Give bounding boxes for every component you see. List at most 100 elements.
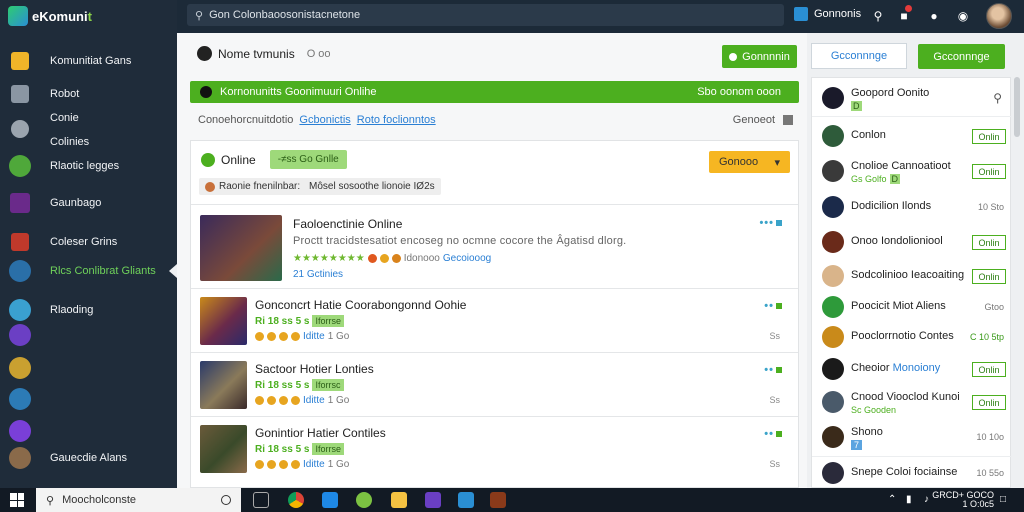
sidebar-gold-game[interactable] [0,353,177,383]
friend-item[interactable]: Cnolioe Cannoatioot Gs Golfo D Onlin [812,156,1012,186]
taskbar-search[interactable]: ⚲ [36,488,241,512]
subbar-link-2[interactable]: Roto foclionntos [357,114,436,126]
task-view-icon[interactable] [253,492,269,508]
friend-item[interactable]: Conlon Onlin [812,121,1012,151]
friend-item[interactable]: Sodcolinioo Ieacoaiting Onlin [812,261,1012,291]
rating-icon: ★★★★★★★★ [293,253,365,264]
sidebar-blue-game[interactable] [0,384,177,414]
avatar [822,265,844,287]
sidebar-purple-game[interactable] [0,320,177,350]
clock[interactable]: GRCD+ GOCO 1 O:0c5 [932,491,994,509]
sidebar-item-gaunbago[interactable]: Gaunbago [0,188,177,218]
user-menu[interactable]: Gonnonis [794,7,861,21]
sidebar-violet-game[interactable] [0,416,177,446]
community-banner[interactable]: Kornonunitts Goonimuuri Onlihe Sbo oonom… [190,81,799,103]
invite-button[interactable]: Onlin [972,164,1006,179]
global-search[interactable]: ⚲ [187,4,784,26]
avatar [822,160,844,182]
more-options-icon[interactable]: •• [764,300,782,312]
award-icon [279,332,288,341]
invite-button[interactable]: Onlin [972,129,1006,144]
friend-item[interactable]: Cnood Viooclod Kunoi Sc Gooden Onlin [812,387,1012,417]
avatar [822,358,844,380]
invite-button[interactable]: Onlin [972,235,1006,250]
subbar-link[interactable]: Gcbonictis [299,114,350,126]
invite-button[interactable]: Onlin [972,395,1006,410]
list-item[interactable]: Faoloenctinie Online Proctt tracidstesat… [200,215,790,281]
store-icon[interactable] [458,492,474,508]
avatar [822,125,844,147]
sidebar-item-rlaotic[interactable]: Rlaotic legges [0,151,177,181]
game-thumbnail [200,215,282,281]
volume-icon[interactable]: ♪ [924,494,929,505]
close-icon[interactable]: ⚲ [993,91,1002,105]
friend-item[interactable]: Cheoior Monoiony Onlin [812,354,1012,384]
secondary-button[interactable]: Gcconnnge [811,43,907,69]
search-icon[interactable]: ⚲ [870,8,886,24]
feed-card: Online -≠ss Go Gnlle Gonooo ▾ Raonie fne… [190,140,799,488]
chevron-up-icon[interactable]: ⌃ [888,494,896,505]
sidebar-item-rlcs[interactable]: Rlcs Conlibrat Gliants [0,256,177,286]
download-icon[interactable]: ● [926,8,942,24]
game-app-icon[interactable] [490,492,506,508]
award-icon [255,332,264,341]
more-options-icon[interactable]: •• [764,428,782,440]
friend-item[interactable]: Dodicilion Ilonds 10 Sto [812,192,1012,222]
filter-chip[interactable]: Raonie fnenilnbar: [199,178,307,195]
friend-item[interactable]: Goopord Oonito D ⚲ [812,83,1012,113]
sort-label[interactable]: Genoeot [733,114,775,126]
taskbar-search-input[interactable] [62,494,203,506]
invite-button[interactable]: Onlin [972,362,1006,377]
award-icon [291,396,300,405]
network-icon[interactable]: ▮ [906,494,912,505]
more-options-icon[interactable]: ••• [759,217,782,229]
sort-icon[interactable] [783,115,793,125]
primary-action-button[interactable]: Gonnnnin [722,45,797,68]
plus-icon [729,52,738,61]
app-icon[interactable] [425,492,441,508]
xbox-icon[interactable] [356,492,372,508]
sidebar-item-gauecdie[interactable]: Gauecdie Alans [0,443,177,473]
list-item[interactable]: Gonconcrt Hatie Coorabongonnd Oohie Ri 1… [200,297,790,347]
avatar [822,326,844,348]
sidebar-item-coleser[interactable]: Coleser Grins [0,227,177,257]
filter-dropdown[interactable]: Gonooo ▾ [709,151,790,173]
friend-item[interactable]: Poocicit Miot Aliens Gtoo [812,292,1012,322]
search-input[interactable] [209,9,770,21]
filter-chip[interactable]: Môsel sosoothe lionoie IØ2s [303,178,441,195]
app-logo[interactable]: eKomunit [8,5,92,27]
left-sidebar: eKomunit Komunitiat Gans Robot Conie Col… [0,0,177,488]
controller-icon[interactable]: ◉ [955,8,971,24]
green-action-button[interactable]: Gcconnnge [918,44,1005,69]
award-icon [267,460,276,469]
profile-avatar[interactable] [986,3,1012,29]
scrollbar[interactable] [1014,77,1020,137]
sidebar-item-communities[interactable]: Komunitiat Gans [0,46,177,76]
page-title: Nome tvmunis [218,46,295,61]
windows-start-icon[interactable] [10,493,24,507]
avatar [822,462,844,484]
notification-center-icon[interactable]: □ [1000,494,1006,505]
friend-item[interactable]: Pooclorrnotio Contes C 10 5tp [812,322,1012,352]
invite-button[interactable]: Onlin [972,269,1006,284]
game-thumbnail [200,361,247,409]
friend-item[interactable]: Snepe Coloi fociainse 10 55o [812,458,1012,488]
edge-icon[interactable] [322,492,338,508]
list-item[interactable]: Gonintior Hatier Contiles Ri 18 ss 5 s I… [200,425,790,475]
page-hint: O oo [306,47,331,60]
file-explorer-icon[interactable] [391,492,407,508]
avatar [822,231,844,253]
award-icon [291,332,300,341]
notification-dot [905,5,912,12]
more-options-icon[interactable]: •• [764,364,782,376]
friend-item[interactable]: Shono 7 10 10o [812,422,1012,452]
search-icon: ⚲ [46,494,55,507]
friend-item[interactable]: Onoo Iondolioniool Onlin [812,227,1012,257]
chrome-icon[interactable] [288,492,304,508]
list-item[interactable]: Sactoor Hotier Lonties Ri 18 ss 5 s Ifor… [200,361,790,411]
cortana-icon[interactable] [221,495,231,505]
main-content: Nome tvmunis O oo Gonnnnin Kornonunitts … [177,33,807,488]
status-pill[interactable]: -≠ss Go Gnlle [269,150,347,169]
notification-icon[interactable]: ■ [896,5,912,24]
game-avatar-icon [9,447,31,469]
